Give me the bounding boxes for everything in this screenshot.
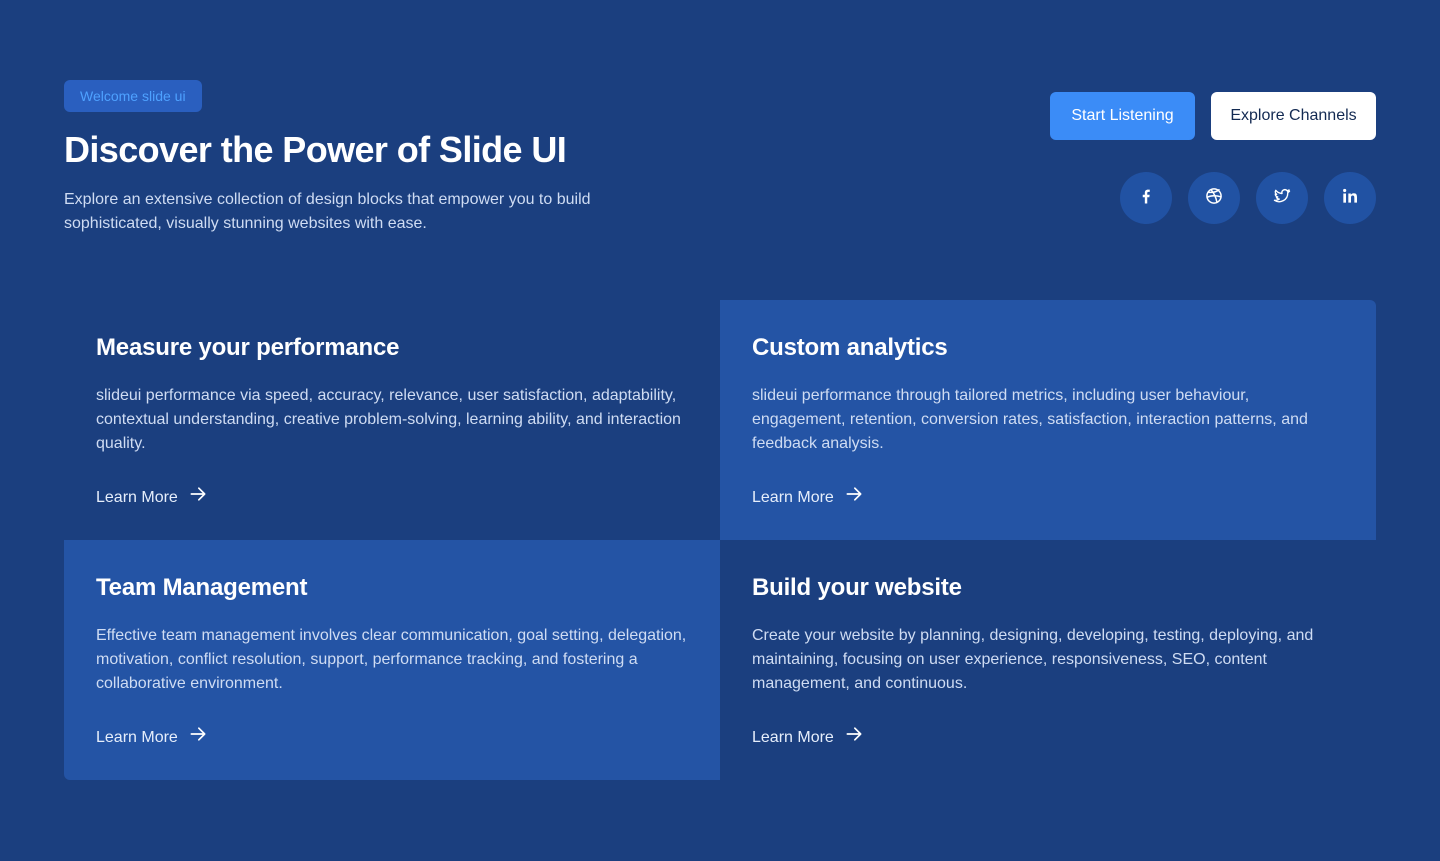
welcome-badge: Welcome slide ui bbox=[64, 80, 202, 112]
learn-more-link[interactable]: Learn More bbox=[96, 724, 208, 752]
start-listening-button[interactable]: Start Listening bbox=[1050, 92, 1195, 140]
feature-card-performance: Measure your performance slideui perform… bbox=[64, 300, 720, 540]
explore-channels-button[interactable]: Explore Channels bbox=[1211, 92, 1376, 140]
learn-more-label: Learn More bbox=[96, 729, 178, 746]
learn-more-label: Learn More bbox=[96, 489, 178, 506]
feature-card-analytics: Custom analytics slideui performance thr… bbox=[720, 300, 1376, 540]
arrow-right-icon bbox=[844, 724, 864, 752]
linkedin-icon bbox=[1340, 186, 1360, 211]
feature-title: Measure your performance bbox=[96, 334, 400, 361]
learn-more-link[interactable]: Learn More bbox=[96, 484, 208, 512]
learn-more-link[interactable]: Learn More bbox=[752, 724, 864, 752]
linkedin-link[interactable] bbox=[1324, 172, 1376, 224]
twitter-icon bbox=[1272, 186, 1292, 211]
learn-more-link[interactable]: Learn More bbox=[752, 484, 864, 512]
arrow-right-icon bbox=[188, 484, 208, 512]
arrow-right-icon bbox=[188, 724, 208, 752]
dribbble-icon bbox=[1204, 186, 1224, 211]
facebook-icon bbox=[1136, 186, 1156, 211]
feature-description: slideui performance via speed, accuracy,… bbox=[96, 387, 681, 452]
dribbble-link[interactable] bbox=[1188, 172, 1240, 224]
feature-title: Custom analytics bbox=[752, 334, 948, 361]
feature-title: Team Management bbox=[96, 574, 308, 601]
arrow-right-icon bbox=[844, 484, 864, 512]
learn-more-label: Learn More bbox=[752, 729, 834, 746]
facebook-link[interactable] bbox=[1120, 172, 1172, 224]
feature-description: Effective team management involves clear… bbox=[96, 627, 687, 692]
learn-more-label: Learn More bbox=[752, 489, 834, 506]
feature-title: Build your website bbox=[752, 574, 962, 601]
feature-card-team: Team Management Effective team managemen… bbox=[64, 540, 720, 780]
page-title: Discover the Power of Slide UI bbox=[64, 129, 567, 170]
feature-card-website: Build your website Create your website b… bbox=[720, 540, 1376, 780]
hero-section: Welcome slide ui Discover the Power of S… bbox=[0, 0, 1440, 861]
feature-description: Create your website by planning, designi… bbox=[752, 627, 1314, 692]
features-grid: Measure your performance slideui perform… bbox=[64, 300, 1376, 780]
page-subtitle: Explore an extensive collection of desig… bbox=[64, 191, 591, 232]
feature-description: slideui performance through tailored met… bbox=[752, 387, 1308, 452]
twitter-link[interactable] bbox=[1256, 172, 1308, 224]
